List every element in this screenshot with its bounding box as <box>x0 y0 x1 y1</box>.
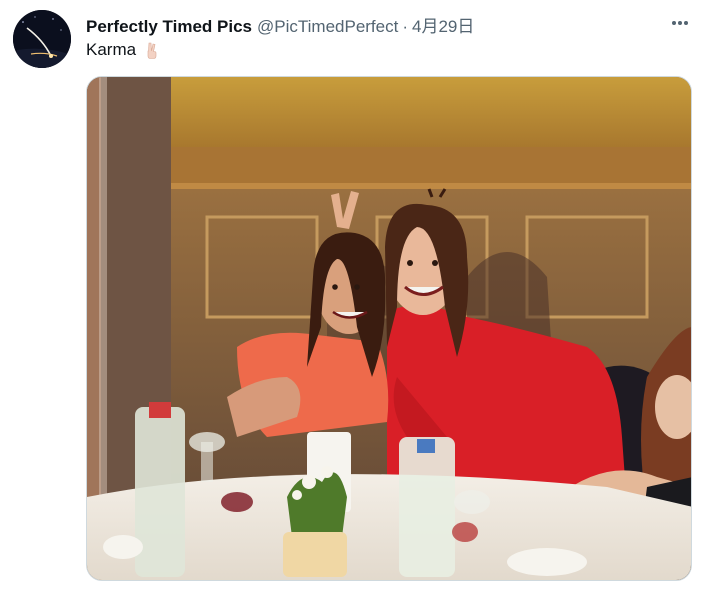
tweet-date[interactable]: 4月29日 <box>412 12 474 37</box>
separator-dot: · <box>402 17 409 36</box>
tweet: Perfectly Timed Pics @PicTimedPerfect · … <box>0 0 707 594</box>
user-handle[interactable]: @PicTimedPerfect <box>257 17 398 37</box>
avatar-image <box>13 10 71 68</box>
tweet-text-row: Karma <box>86 40 162 60</box>
more-horizontal-icon[interactable] <box>669 12 691 34</box>
tweet-photo[interactable] <box>86 76 692 581</box>
display-name[interactable]: Perfectly Timed Pics <box>86 17 252 37</box>
photo-party-scene <box>87 77 691 580</box>
victory-hand-emoji <box>142 40 162 60</box>
tweet-text: Karma <box>86 40 137 59</box>
avatar[interactable] <box>13 10 71 68</box>
tweet-header: Perfectly Timed Pics @PicTimedPerfect · … <box>86 12 474 37</box>
